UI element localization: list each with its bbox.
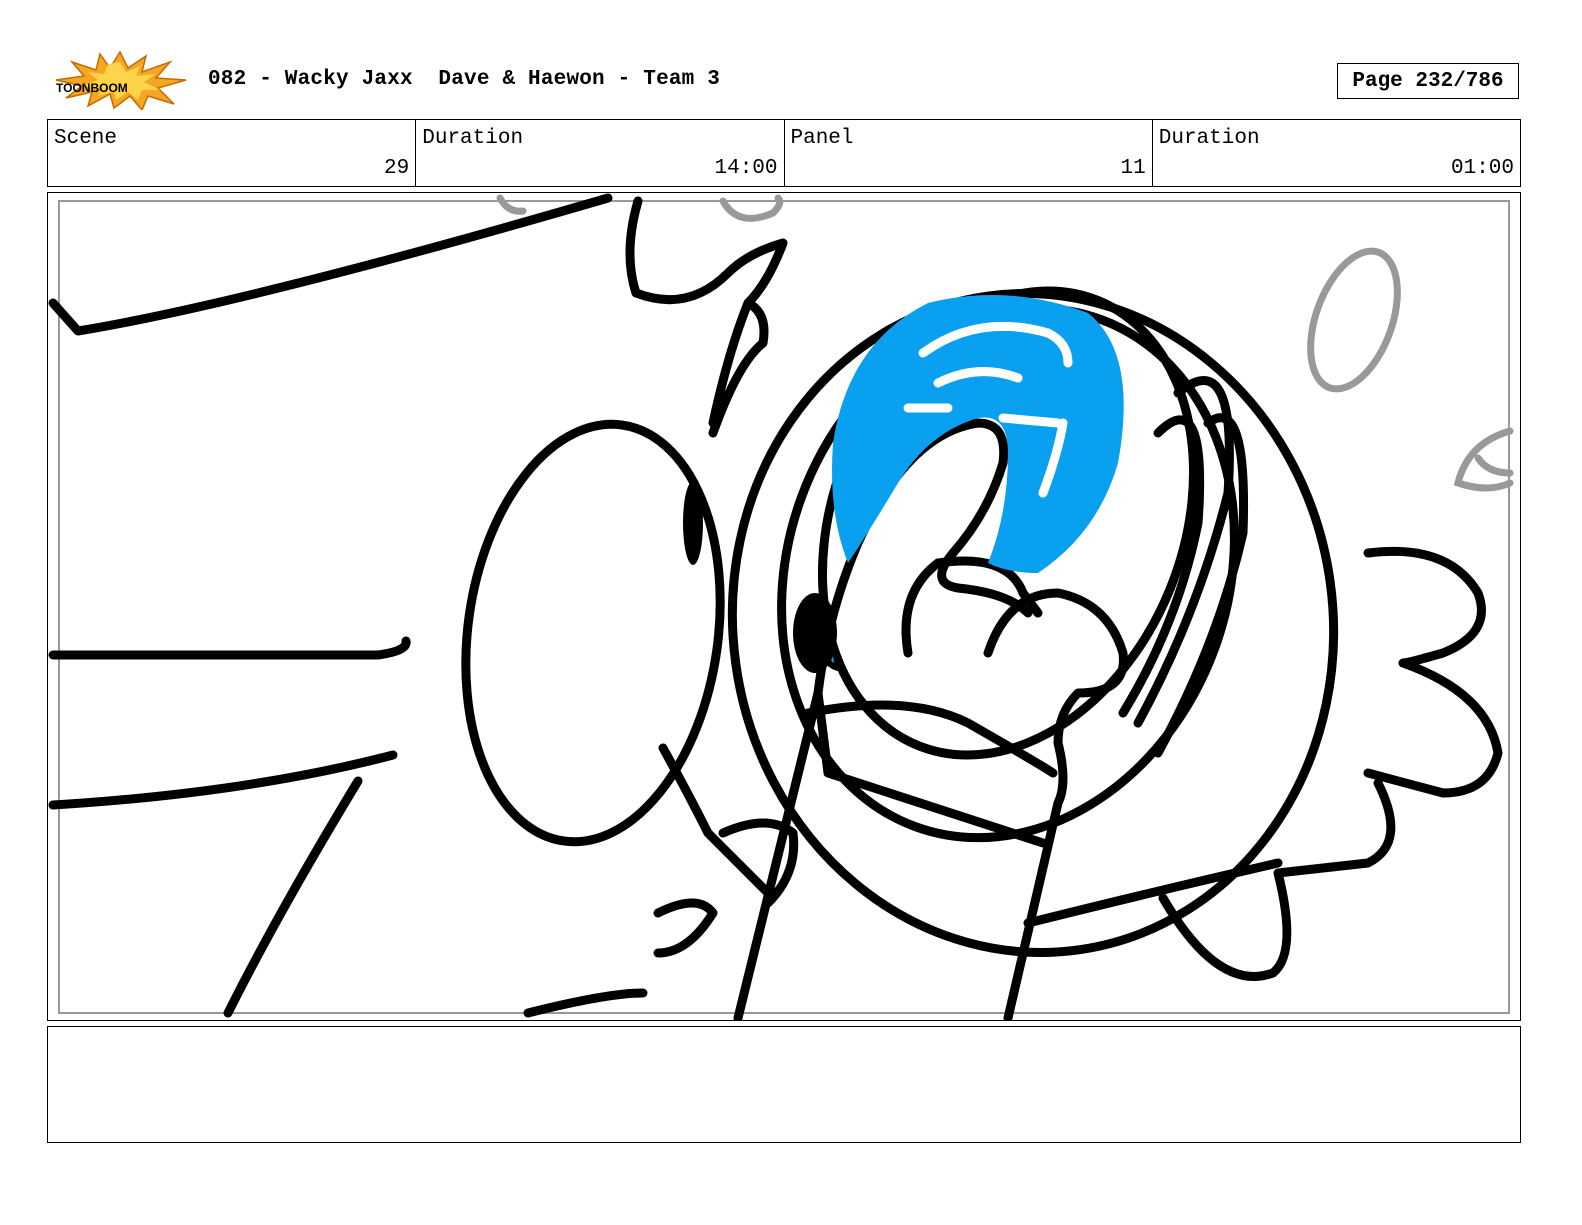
logo-text: TOONBOOM: [56, 81, 128, 95]
hand-oval: [461, 419, 725, 847]
right-spike-1: [1363, 546, 1503, 798]
scene-value: 29: [384, 157, 410, 180]
scene-cell: Scene 29: [48, 120, 417, 186]
page-title: 082 - Wacky Jaxx Dave & Haewon - Team 3: [208, 68, 721, 91]
chin-line: [1023, 858, 1283, 928]
rough-circle: [1307, 247, 1401, 393]
toonboom-logo: TOONBOOM: [52, 50, 188, 112]
button-shadow: [793, 593, 837, 673]
arm-lower-line: [48, 750, 398, 810]
oval-shadow: [683, 481, 703, 565]
notes-box[interactable]: [47, 1026, 1521, 1143]
arm-diagonal-line: [223, 776, 363, 1018]
lower-detail-3: [653, 898, 718, 958]
scene-duration-label: Duration: [422, 127, 524, 150]
panel-value: 11: [1120, 157, 1146, 180]
arm-middle-line: [48, 636, 411, 660]
panel-cell: Panel 11: [785, 120, 1153, 186]
scene-duration-value: 14:00: [714, 157, 778, 180]
arm-top-line: [48, 193, 613, 336]
rough-mark-1: [496, 194, 527, 215]
scene-info-table: Scene 29 Duration 14:00 Panel 11 Duratio…: [47, 119, 1521, 187]
panel-label: Panel: [790, 127, 854, 150]
arm-bottom-line: [523, 988, 648, 1018]
wrist-cuff: [813, 688, 1048, 848]
scene-label: Scene: [54, 127, 118, 150]
page-number-badge: Page 232/786: [1337, 63, 1519, 99]
cuff-top: [803, 700, 1058, 778]
storyboard-drawing: [48, 193, 1514, 1020]
panel-duration-label: Duration: [1158, 127, 1260, 150]
storyboard-panel: [47, 192, 1521, 1021]
panel-duration-cell: Duration 01:00: [1153, 120, 1520, 186]
panel-duration-value: 01:00: [1450, 157, 1514, 180]
rough-mark-3: [1453, 427, 1514, 492]
scene-duration-cell: Duration 14:00: [416, 120, 785, 186]
